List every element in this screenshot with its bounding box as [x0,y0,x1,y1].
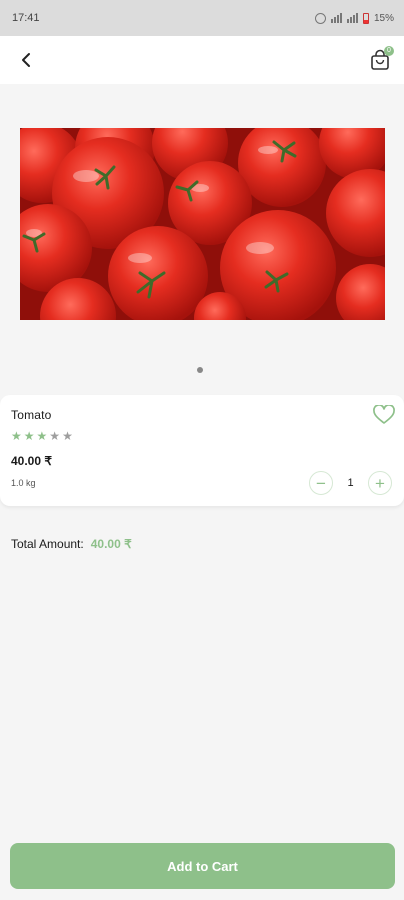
cart-count-badge: 0 [384,46,394,56]
heart-icon [373,404,395,424]
add-to-cart-button[interactable]: Add to Cart [10,843,395,889]
star-icon: ★ [23,429,35,443]
total-amount-row: Total Amount: 40.00 ₹ [11,537,132,551]
hotspot-icon [314,12,326,24]
carousel-dot-indicator[interactable] [197,367,203,373]
total-amount-label: Total Amount: [11,537,84,551]
favorite-button[interactable] [373,404,395,425]
total-amount-value: 40.00 ₹ [90,537,132,551]
rating-stars: ★ ★ ★ ★ ★ [11,429,73,443]
product-card: Tomato ★ ★ ★ ★ ★ 40.00 ₹ 1.0 kg − 1 + [0,395,404,506]
battery-level: 15% [373,12,394,24]
battery-icon [362,12,369,24]
plus-icon: + [375,473,385,493]
cart-button[interactable]: 0 [366,46,394,74]
back-button[interactable] [12,46,40,74]
tomatoes-photo [20,128,385,320]
signal-icon [330,13,342,23]
product-unit: 1.0 kg [11,478,36,488]
decrease-quantity-button[interactable]: − [309,471,333,495]
quantity-stepper: − 1 + [309,471,392,495]
star-icon: ★ [11,429,22,443]
product-name: Tomato [11,408,52,422]
product-price: 40.00 ₹ [11,454,52,468]
status-bar: 17:41 15% [0,0,404,36]
star-icon: ★ [49,429,61,443]
status-icons: 15% [314,12,394,24]
star-icon: ★ [36,429,48,443]
quantity-value: 1 [347,477,354,489]
minus-icon: − [316,473,326,493]
star-icon: ★ [62,429,73,443]
app-bar: 0 [0,36,404,84]
status-time: 17:41 [12,12,40,24]
chevron-left-icon [22,53,30,67]
increase-quantity-button[interactable]: + [368,471,392,495]
signal-icon-2 [346,13,358,23]
product-image [20,128,385,320]
